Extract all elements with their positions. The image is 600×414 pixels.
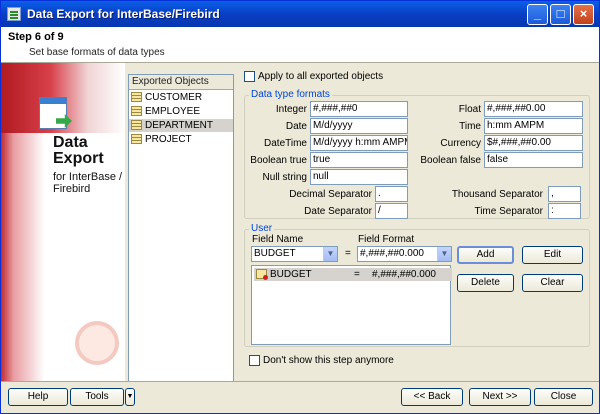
integer-format-field[interactable]: #,###,##0 <box>310 101 408 117</box>
table-icon <box>131 134 142 144</box>
step-indicator: Step 6 of 9 <box>8 31 64 43</box>
null-string-field[interactable]: null <box>310 169 408 185</box>
time-format-field[interactable]: h:mm AMPM <box>484 118 583 134</box>
datetime-label: DateTime <box>264 138 307 149</box>
next-button[interactable]: Next >> <box>469 388 531 406</box>
float-label: Float <box>458 104 481 115</box>
table-icon <box>131 106 142 116</box>
data-type-formats-title: Data type formats <box>249 89 332 100</box>
edit-button[interactable]: Edit <box>522 246 583 264</box>
step-description: Set base formats of data types <box>29 47 165 58</box>
back-button[interactable]: << Back <box>401 388 463 406</box>
field-name-label: Field Name <box>252 234 304 245</box>
tools-dropdown-arrow-icon[interactable]: ▼ <box>125 388 135 406</box>
close-window-button[interactable]: × <box>573 4 594 25</box>
title-bar[interactable]: Data Export for InterBase/Firebird _ □ × <box>1 1 599 27</box>
list-item-label: CUSTOMER <box>145 92 203 103</box>
thousand-separator-field[interactable]: , <box>548 186 581 202</box>
chevron-down-icon[interactable]: ▼ <box>323 247 337 261</box>
currency-format-field[interactable]: $#,###,##0.00 <box>484 135 583 151</box>
field-name-value: BUDGET <box>254 248 296 259</box>
list-item-department[interactable]: DEPARTMENT <box>129 119 233 132</box>
date-format-field[interactable]: M/d/yyyy <box>310 118 408 134</box>
wizard-header: Step 6 of 9 Set base formats of data typ… <box>1 27 599 63</box>
apply-all-label: Apply to all exported objects <box>258 71 384 82</box>
exported-objects-list[interactable]: Exported Objects CUSTOMER EMPLOYEE DEPAR… <box>128 74 234 382</box>
row-equals: = <box>354 269 360 280</box>
maximize-button[interactable]: □ <box>550 4 571 25</box>
field-format-select[interactable]: #,###,##0.000 ▼ <box>357 246 452 262</box>
apply-all-checkbox[interactable] <box>244 71 255 82</box>
integer-label: Integer <box>275 104 307 115</box>
list-item-project[interactable]: PROJECT <box>129 133 233 146</box>
list-item-label: PROJECT <box>145 134 192 145</box>
firebird-logo-icon <box>75 321 119 365</box>
null-string-label: Null string <box>262 172 307 183</box>
main-window: Data Export for InterBase/Firebird _ □ ×… <box>0 0 600 414</box>
row-field-format: #,###,##0.000 <box>372 269 436 280</box>
minimize-button[interactable]: _ <box>527 4 548 25</box>
user-group-title: User <box>249 223 275 234</box>
list-item-label: DEPARTMENT <box>145 120 213 131</box>
delete-button[interactable]: Delete <box>457 274 514 292</box>
time-separator-field[interactable]: : <box>548 203 581 219</box>
sidebar-banner: Data Export for InterBase / Firebird <box>1 63 125 381</box>
add-button[interactable]: Add <box>457 246 514 264</box>
boolean-true-field[interactable]: true <box>310 152 408 168</box>
thousand-separator-label: Thousand Separator <box>451 189 543 200</box>
exported-objects-header: Exported Objects <box>129 75 233 90</box>
help-button[interactable]: Help <box>8 388 68 406</box>
boolean-false-label: Boolean false <box>420 155 481 166</box>
list-item[interactable]: BUDGET = #,###,##0.000 <box>254 268 452 281</box>
decimal-separator-field[interactable]: . <box>375 186 408 202</box>
decimal-separator-label: Decimal Separator <box>289 189 372 200</box>
time-label: Time <box>459 121 481 132</box>
chevron-down-icon[interactable]: ▼ <box>437 247 451 261</box>
field-icon <box>256 269 268 280</box>
list-item-label: EMPLOYEE <box>145 106 201 117</box>
datetime-format-field[interactable]: M/d/yyyy h:mm AMPM <box>310 135 408 151</box>
tools-button[interactable]: Tools <box>70 388 124 406</box>
product-name: Data Export <box>53 134 104 167</box>
wizard-footer: Help Tools ▼ << Back Next >> Close <box>1 381 599 414</box>
field-format-label: Field Format <box>358 234 415 245</box>
float-format-field[interactable]: #,###,##0.00 <box>484 101 583 117</box>
table-icon <box>131 120 142 130</box>
date-separator-field[interactable]: / <box>375 203 408 219</box>
close-button[interactable]: Close <box>534 388 593 406</box>
clear-button[interactable]: Clear <box>522 274 583 292</box>
field-name-select[interactable]: BUDGET ▼ <box>251 246 338 262</box>
time-separator-label: Time Separator <box>474 206 543 217</box>
row-field-name: BUDGET <box>270 269 312 280</box>
equals-sign: = <box>345 248 351 259</box>
dont-show-label: Don't show this step anymore <box>263 355 394 366</box>
user-formats-list[interactable]: BUDGET = #,###,##0.000 <box>251 265 452 345</box>
field-format-value: #,###,##0.000 <box>360 248 424 259</box>
boolean-true-label: Boolean true <box>250 155 307 166</box>
date-label: Date <box>285 121 307 132</box>
product-subtitle: for InterBase / Firebird <box>53 171 123 195</box>
boolean-false-field[interactable]: false <box>484 152 583 168</box>
date-separator-label: Date Separator <box>304 206 372 217</box>
dont-show-checkbox[interactable] <box>249 355 260 366</box>
currency-label: Currency <box>440 138 481 149</box>
table-icon <box>131 92 142 102</box>
window-title: Data Export for InterBase/Firebird <box>27 7 220 21</box>
list-item-customer[interactable]: CUSTOMER <box>129 91 233 104</box>
app-icon <box>7 7 21 21</box>
list-item-employee[interactable]: EMPLOYEE <box>129 105 233 118</box>
data-export-icon <box>39 97 67 129</box>
